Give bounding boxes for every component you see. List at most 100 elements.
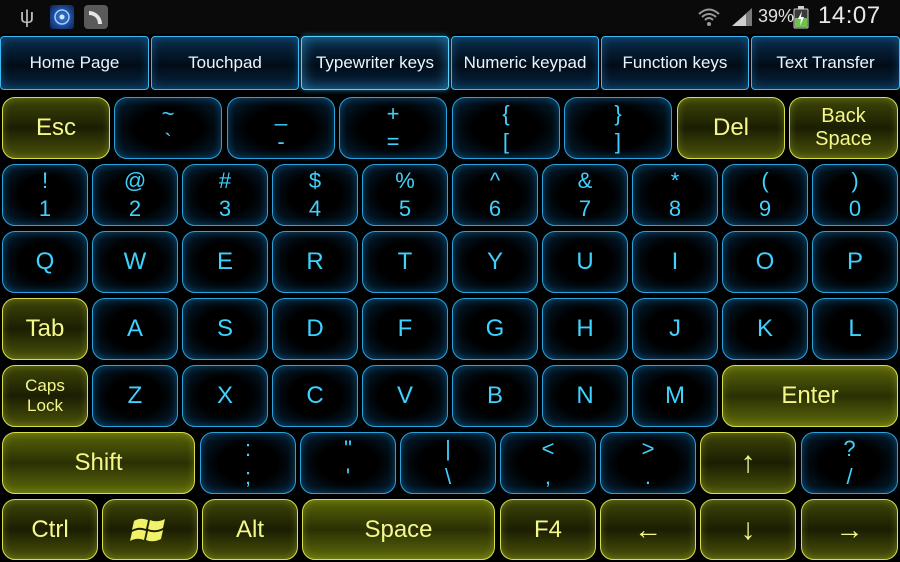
key-label-line1: Caps	[25, 376, 65, 396]
key-backslash[interactable]: | \	[400, 432, 496, 494]
arrow-right-icon: →	[835, 513, 864, 545]
key-c[interactable]: C	[272, 365, 358, 427]
key-n[interactable]: N	[542, 365, 628, 427]
key-arrow-down[interactable]: ↓	[700, 499, 796, 560]
key-label: R	[306, 248, 324, 275]
key-b[interactable]: B	[452, 365, 538, 427]
key-1[interactable]: ! 1	[2, 164, 88, 226]
key-o[interactable]: O	[722, 231, 808, 293]
key-g[interactable]: G	[452, 298, 538, 360]
key-equals[interactable]: + =	[339, 97, 447, 159]
key-comma[interactable]: <,	[500, 432, 596, 494]
key-label: L	[848, 315, 862, 342]
key-label: Ctrl	[31, 515, 69, 543]
tab-function-keys[interactable]: Function keys	[601, 36, 749, 90]
tab-touchpad[interactable]: Touchpad	[151, 36, 299, 90]
key-t[interactable]: T	[362, 231, 448, 293]
key-a[interactable]: A	[92, 298, 178, 360]
key-shift[interactable]: Shift	[2, 432, 195, 494]
key-shift-label: &	[577, 168, 593, 193]
key-h[interactable]: H	[542, 298, 628, 360]
key-i[interactable]: I	[632, 231, 718, 293]
app-icon-2	[84, 5, 108, 29]
key-e[interactable]: E	[182, 231, 268, 293]
key-slash[interactable]: ? /	[801, 432, 898, 494]
key-m[interactable]: M	[632, 365, 718, 427]
tab-text-transfer[interactable]: Text Transfer	[751, 36, 900, 90]
key-4[interactable]: $4	[272, 164, 358, 226]
key-backspace[interactable]: Back Space	[789, 97, 898, 159]
key-shift-label: *	[670, 168, 680, 193]
key-label: \	[444, 464, 452, 489]
key-semicolon[interactable]: :;	[200, 432, 296, 494]
key-esc[interactable]: Esc	[2, 97, 110, 159]
key-q[interactable]: Q	[2, 231, 88, 293]
key-label: Shift	[74, 449, 123, 476]
key-label: Space	[364, 515, 433, 543]
key-z[interactable]: Z	[92, 365, 178, 427]
key-x[interactable]: X	[182, 365, 268, 427]
key-enter[interactable]: Enter	[722, 365, 898, 427]
key-u[interactable]: U	[542, 231, 628, 293]
key-f4[interactable]: F4	[500, 499, 596, 560]
key-7[interactable]: & 7	[542, 164, 628, 226]
key-label: F	[397, 315, 413, 342]
key-label: Tab	[25, 315, 65, 342]
key-tilde[interactable]: ~ `	[114, 97, 222, 159]
key-label: 9	[758, 196, 772, 221]
key-alt[interactable]: Alt	[202, 499, 298, 560]
key-del[interactable]: Del	[677, 97, 785, 159]
key-label: .	[644, 464, 652, 489]
key-label: =	[386, 129, 400, 154]
key-label: -	[277, 129, 285, 154]
key-6[interactable]: ^ 6	[452, 164, 538, 226]
key-p[interactable]: P	[812, 231, 898, 293]
key-8[interactable]: * 8	[632, 164, 718, 226]
key-label: V	[396, 382, 413, 409]
key-v[interactable]: V	[362, 365, 448, 427]
key-w[interactable]: W	[92, 231, 178, 293]
key-arrow-right[interactable]: →	[801, 499, 898, 560]
key-label: Esc	[35, 114, 76, 141]
key-shift-label: |	[445, 436, 451, 461]
key-ctrl[interactable]: Ctrl	[2, 499, 98, 560]
key-label: ]	[614, 129, 622, 154]
key-2[interactable]: @2	[92, 164, 178, 226]
key-d[interactable]: D	[272, 298, 358, 360]
key-y[interactable]: Y	[452, 231, 538, 293]
key-l[interactable]: L	[812, 298, 898, 360]
tab-numeric-keypad[interactable]: Numeric keypad	[451, 36, 599, 90]
key-shift-label: $	[308, 168, 322, 193]
key-quote[interactable]: " '	[300, 432, 396, 494]
key-minus[interactable]: _ -	[227, 97, 335, 159]
key-space[interactable]: Space	[302, 499, 495, 560]
key-5[interactable]: % 5	[362, 164, 448, 226]
key-label: C	[306, 382, 324, 409]
key-s[interactable]: S	[182, 298, 268, 360]
signal-icon	[730, 5, 754, 29]
key-label: B	[486, 382, 503, 409]
key-f[interactable]: F	[362, 298, 448, 360]
key-arrow-left[interactable]: ←	[600, 499, 696, 560]
key-windows[interactable]	[102, 499, 198, 560]
key-9[interactable]: (9	[722, 164, 808, 226]
usb-icon: ψ	[19, 5, 35, 28]
key-j[interactable]: J	[632, 298, 718, 360]
key-arrow-up[interactable]: ↑	[700, 432, 796, 494]
key-right-bracket[interactable]: }]	[564, 97, 672, 159]
key-3[interactable]: #3	[182, 164, 268, 226]
tab-home-page[interactable]: Home Page	[0, 36, 149, 90]
key-left-bracket[interactable]: {[	[452, 97, 560, 159]
key-r[interactable]: R	[272, 231, 358, 293]
tab-typewriter-keys[interactable]: Typewriter keys	[301, 36, 449, 90]
key-label: T	[397, 248, 413, 275]
key-label: X	[216, 382, 233, 409]
key-period[interactable]: >.	[600, 432, 696, 494]
key-label: A	[126, 315, 143, 342]
key-label: Y	[486, 248, 503, 275]
key-0[interactable]: ) 0	[812, 164, 898, 226]
key-label: `	[164, 129, 172, 154]
key-caps-lock[interactable]: Caps Lock	[2, 365, 88, 427]
key-k[interactable]: K	[722, 298, 808, 360]
key-tab[interactable]: Tab	[2, 298, 88, 360]
